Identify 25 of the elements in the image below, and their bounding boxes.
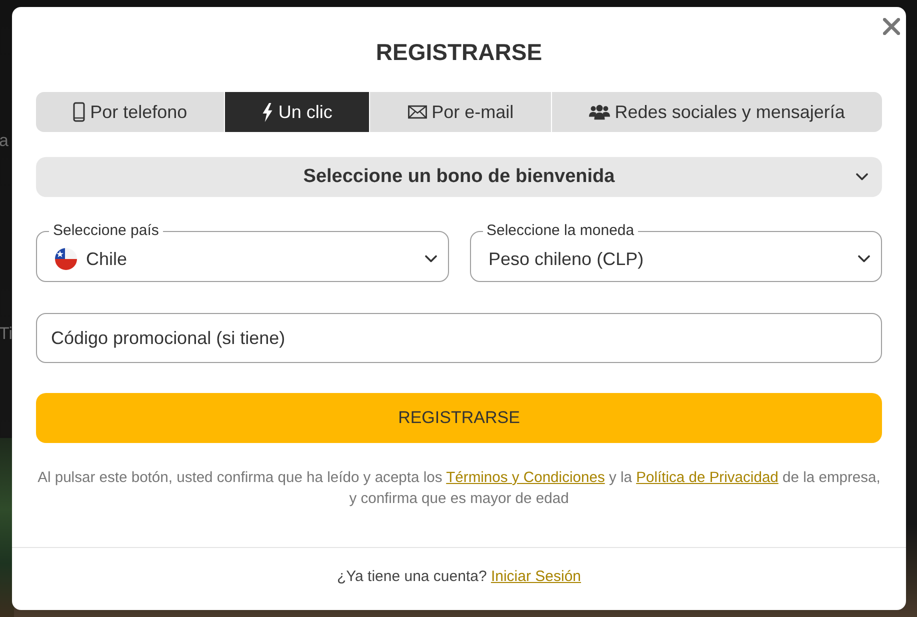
bonus-select[interactable]: Seleccione un bono de bienvenida: [36, 157, 882, 197]
legal-link[interactable]: Términos y Condiciones: [446, 470, 605, 486]
chevron-down-icon: [856, 173, 868, 181]
tab[interactable]: Un clic: [224, 92, 370, 132]
users-icon: [588, 104, 610, 120]
promo-code-field[interactable]: Código promocional (si tiene): [36, 313, 882, 363]
lightning-icon: [262, 102, 274, 122]
tab[interactable]: Por telefono: [36, 92, 224, 132]
phone-icon: [73, 102, 86, 122]
close-icon[interactable]: [883, 18, 900, 35]
tab[interactable]: Por e-mail: [369, 92, 551, 132]
flag-icon: [55, 248, 77, 270]
signin-prompt: ¿Ya tiene una cuenta? Iniciar Sesión: [336, 567, 582, 587]
tab[interactable]: Redes sociales y mensajería: [550, 92, 882, 132]
dialog-title: REGISTRARSE: [374, 38, 544, 67]
legal-text: Al pulsar este botón, usted confirma que ha leído y acepta los Términos y Condiciones y la Política de Privacidad de la empresa, y confirma que es mayor de edad: [36, 469, 882, 509]
legal-link[interactable]: Política de Privacidad: [636, 470, 778, 486]
register-button[interactable]: REGISTRARSE: [36, 393, 882, 443]
chevron-down-icon: [424, 255, 436, 263]
chevron-down-icon: [858, 255, 870, 263]
background-text: a: [0, 132, 8, 150]
signin-link[interactable]: Iniciar Sesión: [490, 568, 582, 585]
envelope-icon: [408, 105, 427, 119]
country-select[interactable]: Seleccione país Chile: [36, 222, 448, 282]
currency-select[interactable]: Seleccione la moneda Peso chileno (CLP): [470, 222, 882, 282]
